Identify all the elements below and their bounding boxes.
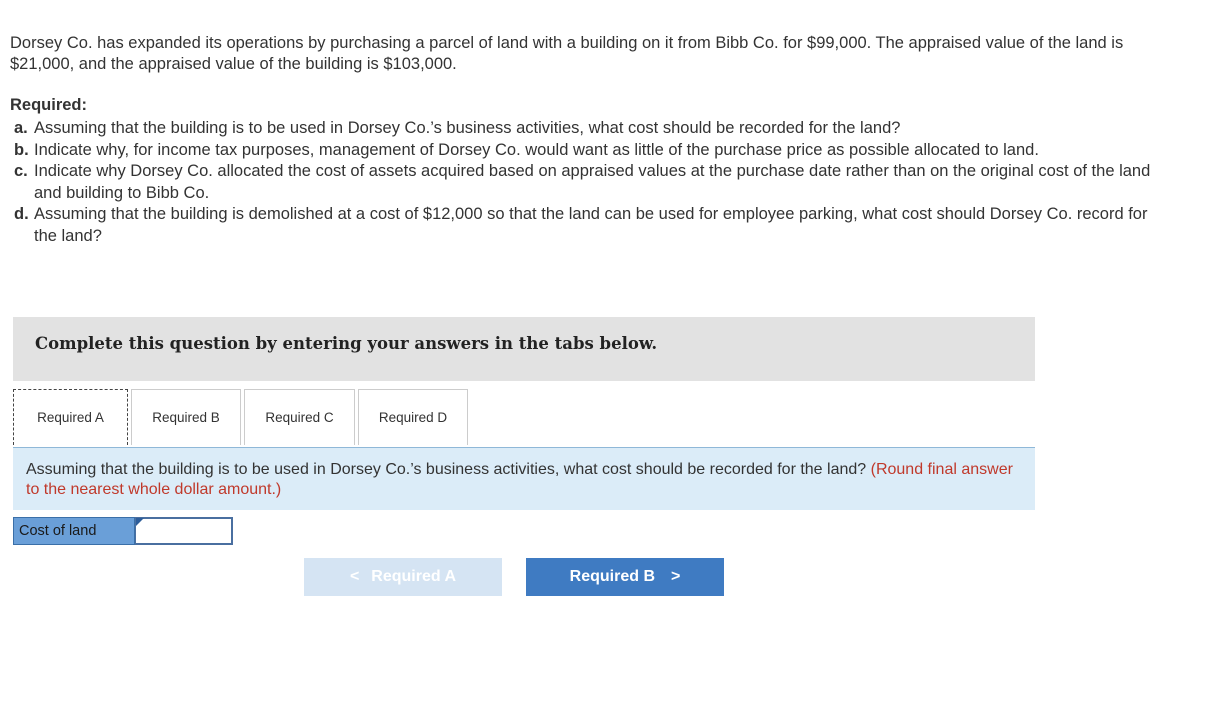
input-flag-icon [136,518,144,526]
required-item-d: d. Assuming that the building is demolis… [14,204,1164,247]
required-item-letter: c. [14,162,28,180]
required-item-text: Assuming that the building is to be used… [34,119,901,137]
cost-of-land-input[interactable] [135,517,233,545]
answer-row: Cost of land [13,517,233,545]
required-heading: Required: [10,96,88,114]
tab-required-b[interactable]: Required B [131,389,241,445]
prev-button-label: Required A [371,568,457,585]
tab-panel: Assuming that the building is to be used… [13,447,1035,510]
required-item-letter: d. [14,205,29,223]
required-item-b: b. Indicate why, for income tax purposes… [14,140,1164,162]
question-intro: Dorsey Co. has expanded its operations b… [10,34,1124,73]
required-list: a. Assuming that the building is to be u… [14,118,1164,247]
panel-question: Assuming that the building is to be used… [26,461,867,478]
prev-required-a-button[interactable]: < Required A [304,558,502,596]
tab-required-c[interactable]: Required C [244,389,355,445]
required-item-text: Assuming that the building is demolished… [34,205,1148,245]
cost-of-land-label: Cost of land [13,517,135,545]
tab-required-d[interactable]: Required D [358,389,468,445]
chevron-right-icon: > [671,568,681,585]
next-button-label: Required B [569,568,655,585]
required-item-letter: a. [14,119,28,137]
next-required-b-button[interactable]: Required B > [526,558,724,596]
instructions-banner: Complete this question by entering your … [13,317,1035,381]
required-item-text: Indicate why, for income tax purposes, m… [34,140,1039,159]
required-item-c: c. Indicate why Dorsey Co. allocated the… [14,161,1164,204]
chevron-left-icon: < [349,568,360,585]
required-item-text: Indicate why Dorsey Co. allocated the co… [34,162,1151,202]
required-item-letter: b. [14,140,29,159]
instructions-text: Complete this question by entering your … [35,334,658,353]
panel-prompt: Assuming that the building is to be used… [26,460,1026,500]
tab-required-a[interactable]: Required A [13,389,128,445]
required-item-a: a. Assuming that the building is to be u… [14,118,1164,140]
